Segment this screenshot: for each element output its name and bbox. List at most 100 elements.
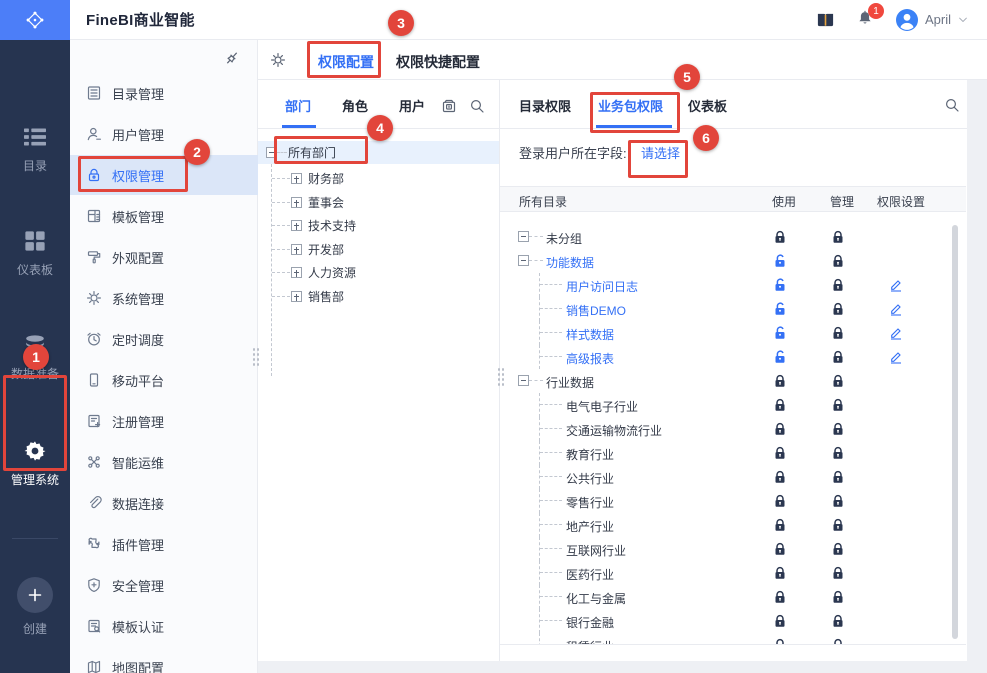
panel-resize-handle[interactable]	[497, 366, 504, 388]
main-tab-perm-quick-config[interactable]: 权限快捷配置	[396, 52, 480, 72]
use-locked-icon[interactable]	[773, 542, 787, 556]
table-row[interactable]: 医药行业	[500, 561, 966, 585]
login-field-select-link[interactable]: 请选择	[641, 143, 680, 162]
dept-tab-user[interactable]: 用户	[399, 96, 425, 115]
manage-locked-icon[interactable]	[831, 446, 845, 460]
use-locked-icon[interactable]	[773, 614, 787, 628]
nav-item-catalog[interactable]: 目录	[0, 124, 70, 186]
sidebar-item-plugin[interactable]: 插件管理	[70, 524, 258, 564]
collapse-expander[interactable]	[518, 375, 529, 386]
perm-tab-catalog-perm[interactable]: 目录权限	[519, 96, 571, 115]
sidebar-item-schedule[interactable]: 定时调度	[70, 319, 258, 359]
manage-locked-icon[interactable]	[831, 470, 845, 484]
nav-item-admin[interactable]: 管理系统	[0, 438, 70, 500]
use-locked-icon[interactable]	[773, 494, 787, 508]
manage-locked-icon[interactable]	[831, 566, 845, 580]
tree-node-1[interactable]: 财务部	[258, 167, 499, 190]
sidebar-item-appearance[interactable]: 外观配置	[70, 237, 258, 277]
user-menu[interactable]: April	[895, 8, 969, 32]
manage-locked-icon[interactable]	[831, 542, 845, 556]
manage-locked-icon[interactable]	[831, 254, 845, 268]
use-locked-icon[interactable]	[773, 446, 787, 460]
edit-permission-icon[interactable]	[889, 350, 903, 364]
use-unlocked-icon[interactable]	[773, 350, 787, 364]
table-row[interactable]: 地产行业	[500, 513, 966, 537]
sidebar-item-user-mgmt[interactable]: 用户管理	[70, 114, 258, 154]
use-locked-icon[interactable]	[773, 230, 787, 244]
table-row[interactable]: 互联网行业	[500, 537, 966, 561]
main-tab-perm-config[interactable]: 权限配置	[314, 52, 378, 83]
edit-permission-icon[interactable]	[889, 302, 903, 316]
use-unlocked-icon[interactable]	[773, 302, 787, 316]
table-row[interactable]: 高级报表	[500, 345, 966, 369]
table-row[interactable]: 电气电子行业	[500, 393, 966, 417]
manage-locked-icon[interactable]	[831, 374, 845, 388]
collapse-expander[interactable]	[266, 147, 277, 158]
expand-expander[interactable]	[291, 173, 302, 184]
tree-node-root[interactable]: 所有部门	[258, 141, 499, 164]
collapse-expander[interactable]	[518, 231, 529, 242]
use-locked-icon[interactable]	[773, 566, 787, 580]
use-locked-icon[interactable]	[773, 470, 787, 484]
manage-locked-icon[interactable]	[831, 350, 845, 364]
sidebar-item-security[interactable]: 安全管理	[70, 565, 258, 605]
manage-locked-icon[interactable]	[831, 326, 845, 340]
table-row[interactable]: 零售行业	[500, 489, 966, 513]
use-locked-icon[interactable]	[773, 518, 787, 532]
expand-expander[interactable]	[291, 220, 302, 231]
sidebar-item-data-connect[interactable]: 数据连接	[70, 483, 258, 523]
dept-search-icon[interactable]	[469, 98, 485, 114]
settings-gear-icon[interactable]	[270, 52, 286, 68]
table-row[interactable]: 化工与金属	[500, 585, 966, 609]
sidebar-item-register[interactable]: 注册管理	[70, 401, 258, 441]
sidebar-item-ops[interactable]: 智能运维	[70, 442, 258, 482]
manage-locked-icon[interactable]	[831, 302, 845, 316]
create-button[interactable]	[17, 577, 53, 613]
dept-tab-dept[interactable]: 部门	[285, 96, 311, 115]
table-row[interactable]: 用户访问日志	[500, 273, 966, 297]
sidebar-item-template-mgmt[interactable]: 模板管理	[70, 196, 258, 236]
table-row[interactable]: 教育行业	[500, 441, 966, 465]
perm-tab-package-perm[interactable]: 业务包权限	[598, 96, 663, 115]
manage-locked-icon[interactable]	[831, 494, 845, 508]
edit-permission-icon[interactable]	[889, 326, 903, 340]
dept-tab-role[interactable]: 角色	[342, 96, 368, 115]
table-row[interactable]: 样式数据	[500, 321, 966, 345]
sidebar-item-catalog-mgmt[interactable]: 目录管理	[70, 73, 258, 113]
collapse-expander[interactable]	[518, 255, 529, 266]
manage-locked-icon[interactable]	[831, 590, 845, 604]
use-unlocked-icon[interactable]	[773, 278, 787, 292]
use-locked-icon[interactable]	[773, 590, 787, 604]
use-unlocked-icon[interactable]	[773, 254, 787, 268]
app-logo[interactable]	[0, 0, 70, 40]
expand-expander[interactable]	[291, 243, 302, 255]
expand-expander[interactable]	[291, 267, 302, 278]
sidebar-item-template-cert[interactable]: 模板认证	[70, 606, 258, 646]
expand-expander[interactable]	[291, 290, 302, 302]
unpin-icon[interactable]	[223, 49, 241, 67]
manage-locked-icon[interactable]	[831, 614, 845, 628]
manage-locked-icon[interactable]	[831, 422, 845, 436]
nav-item-data-prep[interactable]: 数据准备	[0, 332, 70, 394]
tree-node-6[interactable]: 销售部	[258, 285, 499, 308]
tree-node-4[interactable]: 开发部	[258, 238, 499, 261]
table-row[interactable]: 租赁行业	[500, 633, 966, 644]
dept-archive-lock-icon[interactable]	[441, 98, 457, 114]
table-row[interactable]: 销售DEMO	[500, 297, 966, 321]
table-row[interactable]: 功能数据	[500, 249, 966, 273]
vertical-scrollbar[interactable]	[952, 225, 958, 639]
use-locked-icon[interactable]	[773, 398, 787, 412]
sidebar-item-perm-mgmt[interactable]: 权限管理	[70, 155, 258, 195]
use-unlocked-icon[interactable]	[773, 326, 787, 340]
expand-expander[interactable]	[291, 196, 302, 208]
tree-node-2[interactable]: 董事会	[258, 191, 499, 214]
notifications-button[interactable]: 1	[857, 3, 884, 29]
manage-locked-icon[interactable]	[831, 518, 845, 532]
manage-locked-icon[interactable]	[831, 230, 845, 244]
table-row[interactable]: 银行金融	[500, 609, 966, 633]
table-row[interactable]: 公共行业	[500, 465, 966, 489]
sidebar-resize-handle[interactable]	[252, 346, 259, 368]
tree-node-5[interactable]: 人力资源	[258, 261, 499, 284]
perm-search-icon[interactable]	[944, 97, 960, 113]
sidebar-item-mobile[interactable]: 移动平台	[70, 360, 258, 400]
